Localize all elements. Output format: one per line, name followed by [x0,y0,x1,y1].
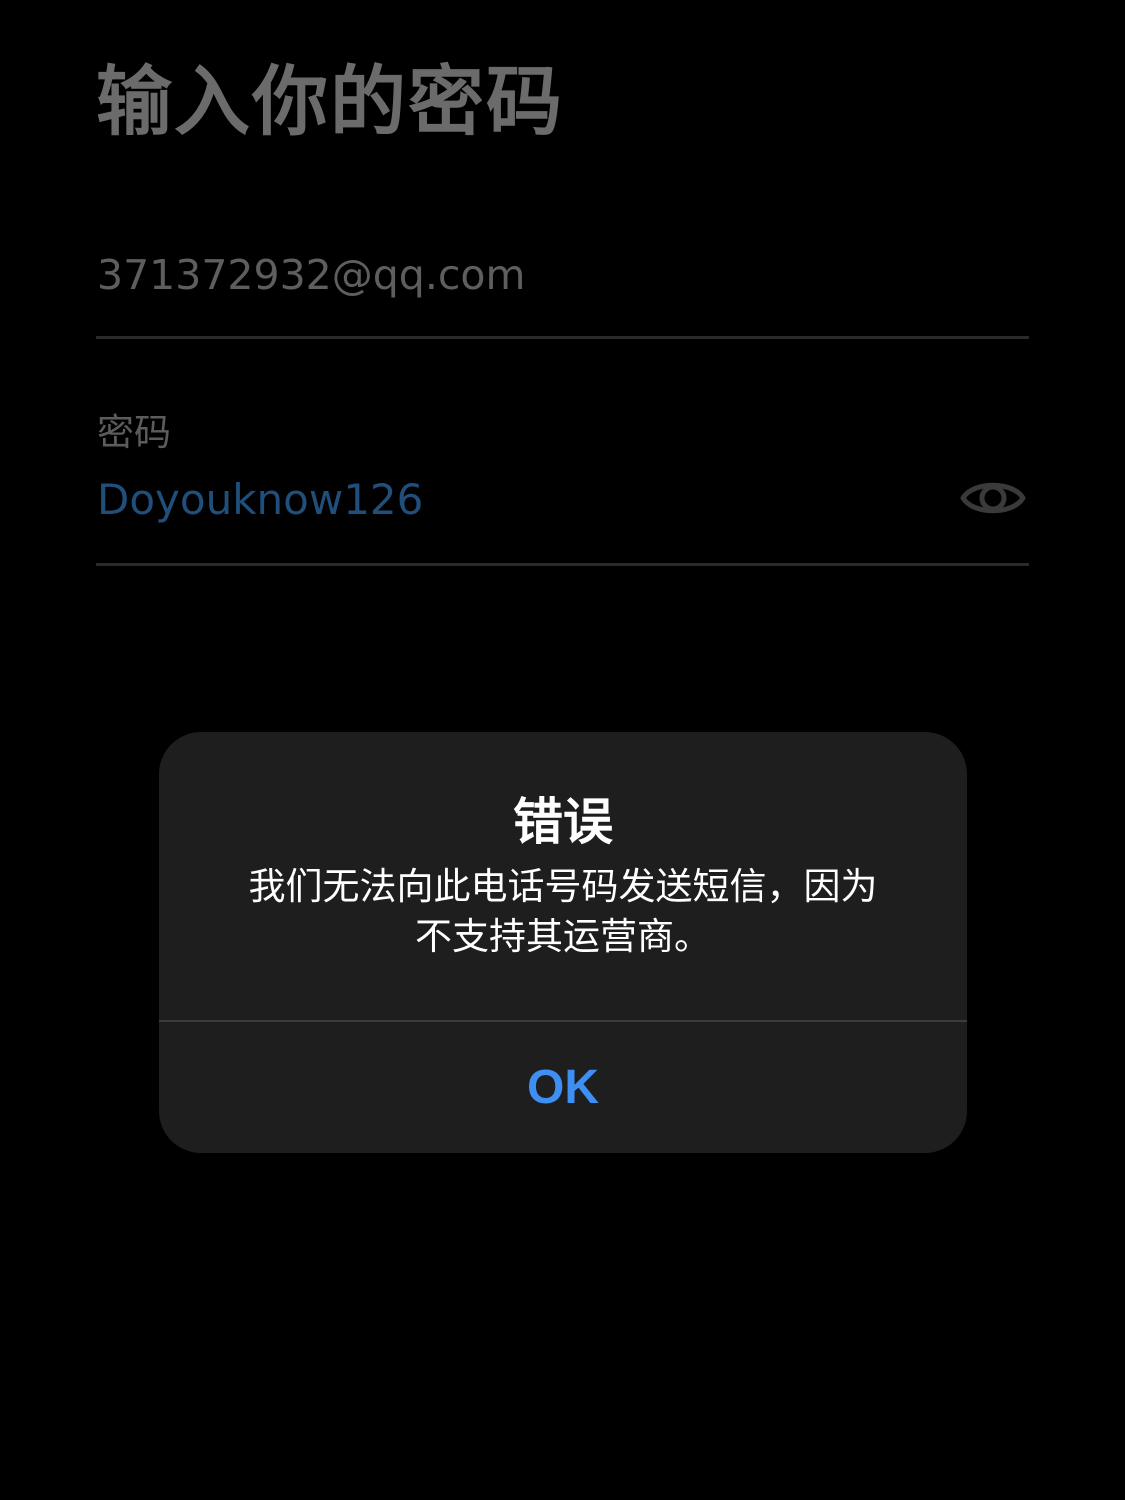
ok-button[interactable]: OK [159,1022,967,1153]
alert-title: 错误 [513,793,613,851]
page-title: 输入你的密码 [96,57,564,146]
password-field-underline [96,563,1029,566]
eye-icon[interactable] [958,466,1028,530]
email-field[interactable]: 371372932@qq.com [97,250,525,300]
alert-message-line-1: 我们无法向此电话号码发送短信，因为 [248,865,878,908]
email-field-underline [96,336,1029,339]
password-field[interactable]: Doyouknow126 [97,474,423,526]
alert-message-line-2: 不支持其运营商。 [415,915,711,958]
password-label: 密码 [97,411,171,454]
alert-message: 我们无法向此电话号码发送短信，因为 不支持其运营商。 [159,862,967,962]
eye-icon-graphic [960,482,1026,514]
